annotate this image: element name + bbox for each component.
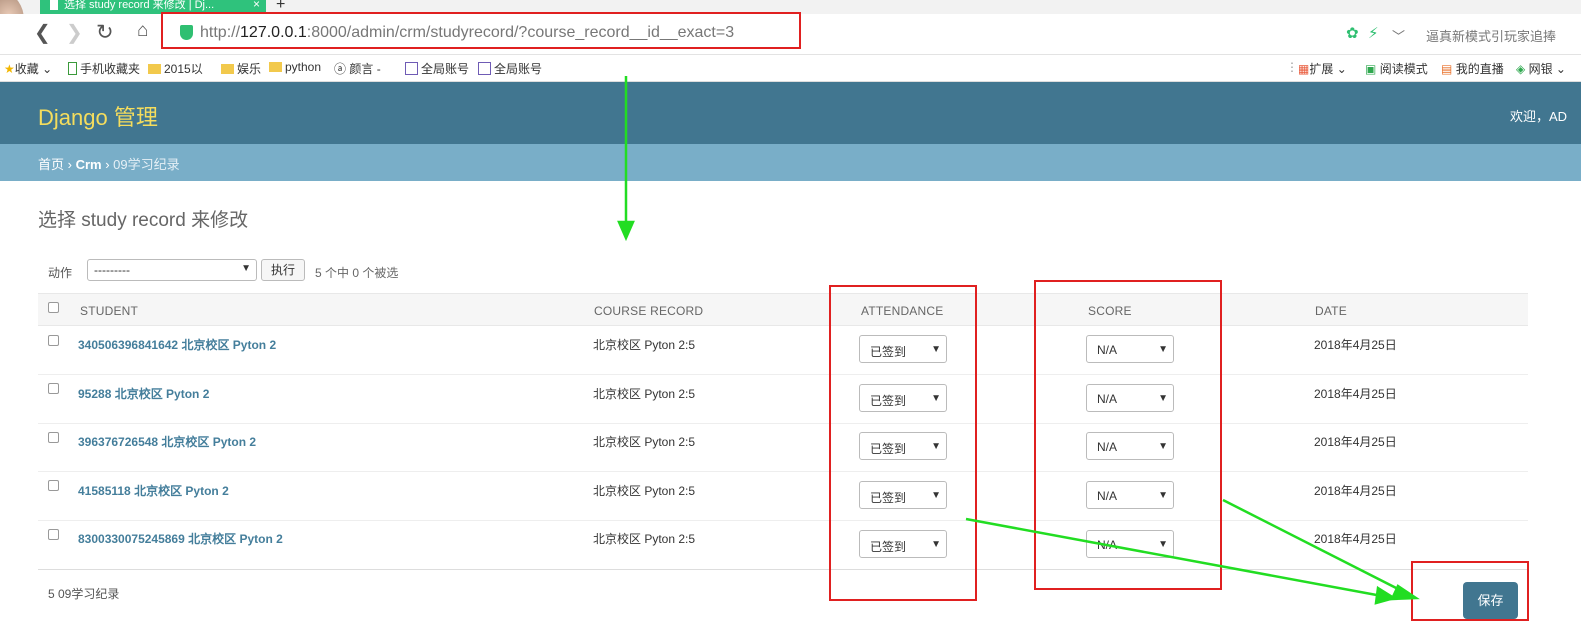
- arrow-down-head: [617, 220, 635, 242]
- arrow-score-to-save-line: [1222, 498, 1407, 595]
- arrow-attendance-to-save-line: [965, 517, 1383, 598]
- arrow-attendance-head: [1374, 585, 1398, 605]
- annotation-arrows: [617, 76, 1420, 605]
